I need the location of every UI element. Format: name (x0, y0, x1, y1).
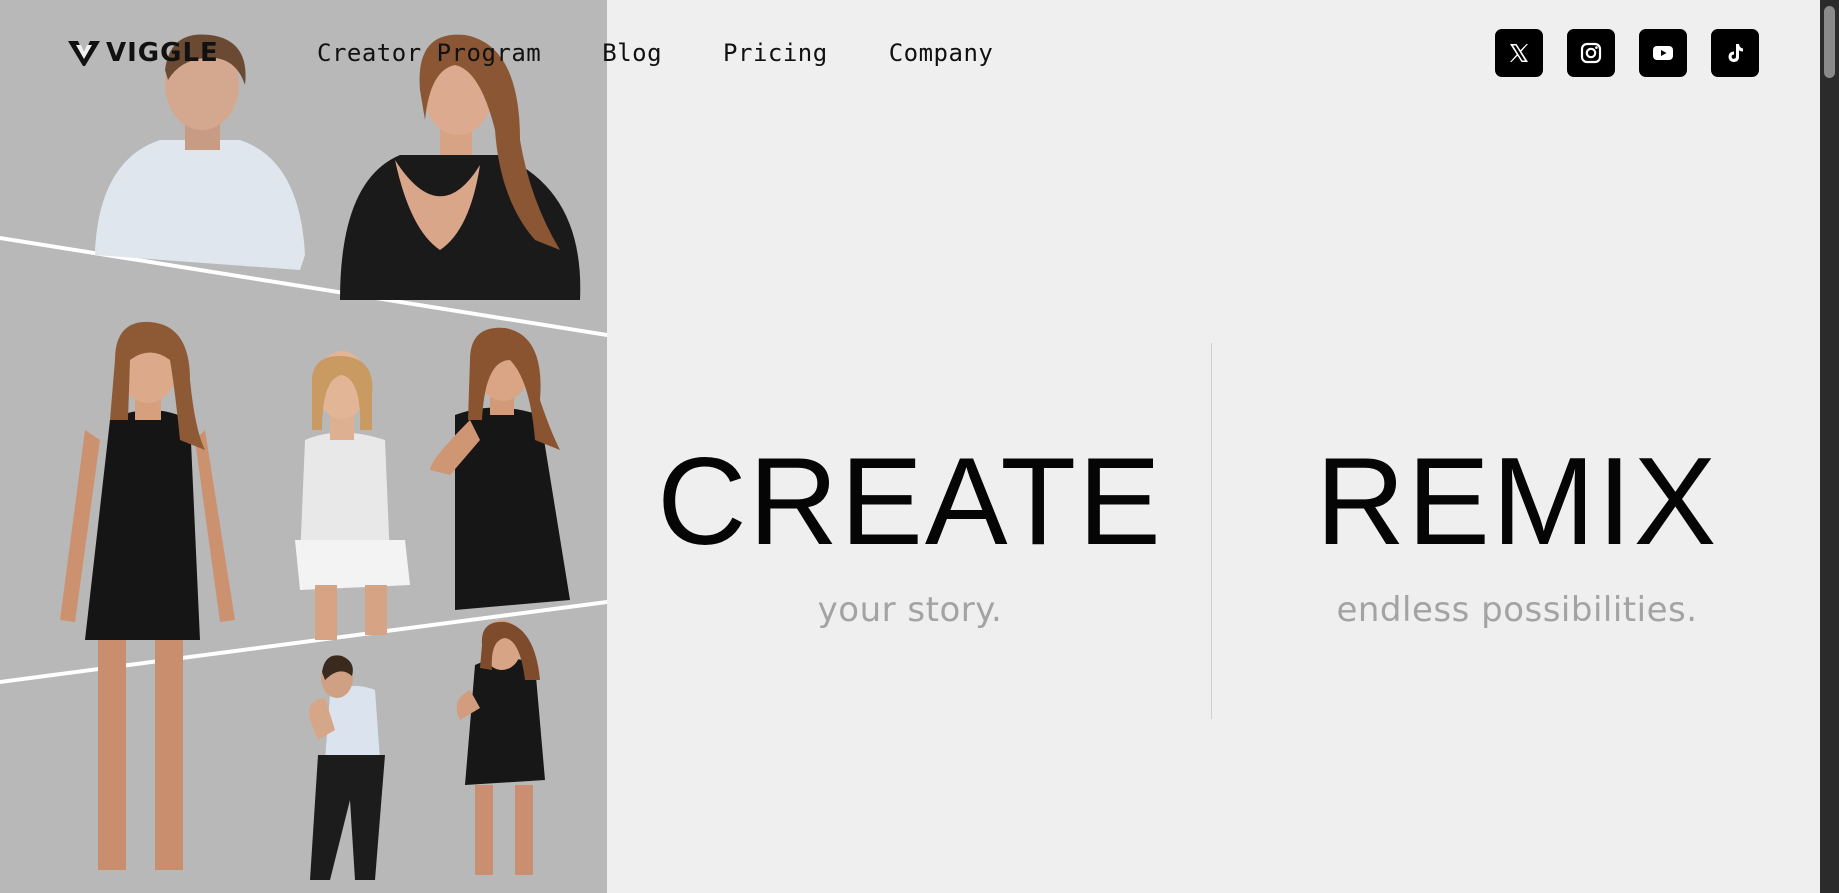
nav-link-blog[interactable]: Blog (602, 39, 662, 67)
remix-subheading: endless possibilities. (1336, 590, 1698, 630)
remix-heading: REMIX (1315, 433, 1719, 571)
nav-link-creator-program[interactable]: Creator Program (317, 39, 541, 67)
brand-name: VIGGLE (106, 38, 219, 68)
viggle-logo-icon (68, 41, 100, 66)
nav-link-pricing[interactable]: Pricing (723, 39, 828, 67)
hero-collage-image (0, 0, 607, 893)
x-icon (1510, 44, 1528, 62)
page: VIGGLE Creator Program Blog Pricing Comp… (0, 0, 1820, 893)
create-column: CREATE your story. (610, 440, 1210, 630)
create-subheading: your story. (817, 590, 1003, 630)
youtube-button[interactable] (1639, 29, 1687, 77)
vertical-scrollbar[interactable] (1820, 0, 1839, 893)
x-button[interactable] (1495, 29, 1543, 77)
remix-column: REMIX endless possibilities. (1217, 440, 1817, 630)
youtube-icon (1653, 46, 1673, 60)
tiktok-button[interactable] (1711, 29, 1759, 77)
create-heading: CREATE (657, 433, 1163, 571)
collage-illustration (0, 0, 607, 893)
social-links (1495, 29, 1759, 77)
top-navigation: VIGGLE Creator Program Blog Pricing Comp… (0, 0, 1820, 106)
nav-links: Creator Program Blog Pricing Company (317, 36, 993, 70)
instagram-button[interactable] (1567, 29, 1615, 77)
column-divider (1211, 343, 1212, 719)
instagram-icon (1580, 42, 1602, 64)
scrollbar-thumb[interactable] (1824, 6, 1835, 78)
tiktok-icon (1728, 44, 1743, 62)
nav-link-company[interactable]: Company (889, 39, 994, 67)
brand-logo[interactable]: VIGGLE (68, 36, 219, 70)
